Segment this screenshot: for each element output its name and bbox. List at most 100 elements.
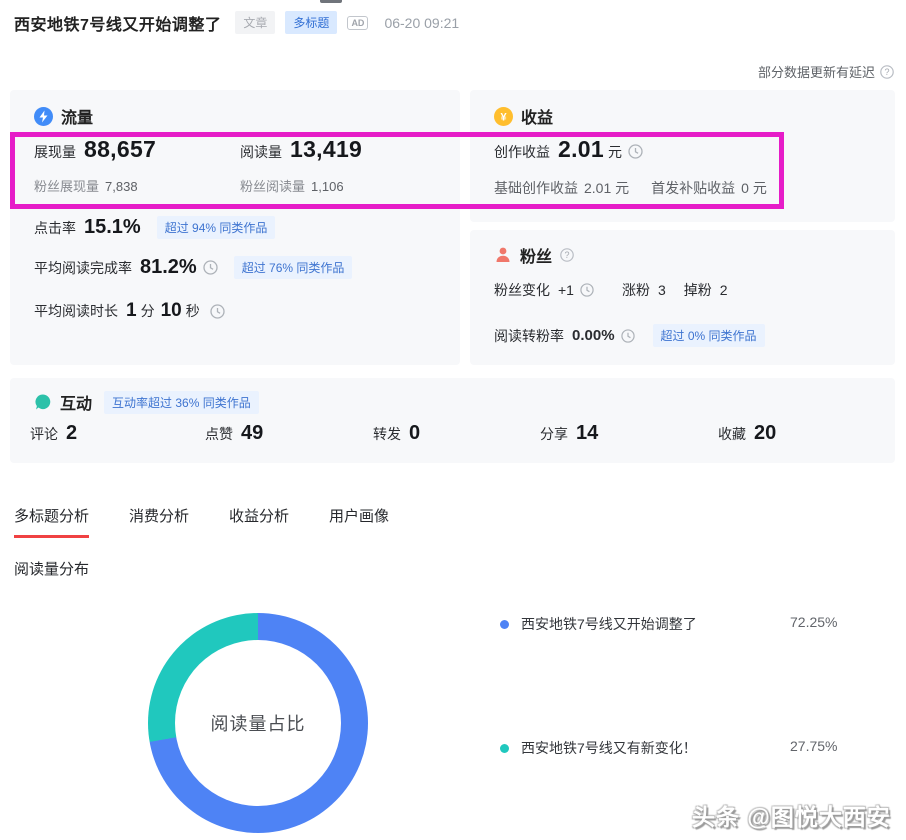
completion-metric: 平均阅读完成率 81.2% 超过 76% 同类作品 bbox=[34, 256, 352, 279]
subsidy-revenue-value: 0 元 bbox=[741, 178, 767, 198]
clock-icon bbox=[628, 144, 643, 159]
fan-reads-metric: 粉丝阅读量 1,106 bbox=[240, 176, 344, 195]
clock-icon bbox=[580, 283, 594, 297]
multititle-badge[interactable]: 多标题 bbox=[285, 11, 337, 34]
conversion-value: 0.00% bbox=[572, 327, 615, 344]
tab-consumption-analysis[interactable]: 消费分析 bbox=[129, 505, 189, 538]
article-title: 西安地铁7号线又开始调整了 bbox=[14, 11, 221, 35]
fan-gain-label: 涨粉 bbox=[622, 280, 650, 300]
donut-hole: 阅读量占比 bbox=[175, 640, 341, 806]
clock-icon bbox=[621, 329, 635, 343]
fan-impressions-value: 7,838 bbox=[105, 179, 138, 194]
traffic-title: 流量 bbox=[61, 104, 93, 128]
shares-stat: 分享 14 bbox=[540, 422, 598, 445]
data-delay-text: 部分数据更新有延迟 bbox=[758, 62, 875, 81]
article-header: 西安地铁7号线又开始调整了 文章 多标题 AD 06-20 09:21 bbox=[14, 0, 459, 45]
ctr-value: 15.1% bbox=[84, 216, 141, 239]
legend-text-title2: 西安地铁7号线又有新变化！ bbox=[521, 738, 697, 758]
impressions-value: 88,657 bbox=[84, 136, 156, 163]
fans-card: 粉丝 ? 粉丝变化 +1 涨粉 3 掉粉 2 阅读转粉率 0.00% bbox=[470, 230, 895, 365]
interaction-card-header: 互动 互动率超过 36% 同类作品 bbox=[34, 390, 259, 414]
tab-audience-profile[interactable]: 用户画像 bbox=[329, 505, 389, 538]
legend-item-title1[interactable]: 西安地铁7号线又开始调整了 bbox=[500, 614, 697, 634]
revenue-title: 收益 bbox=[521, 104, 553, 128]
read-distribution-title: 阅读量分布 bbox=[14, 558, 89, 579]
svg-text:¥: ¥ bbox=[500, 111, 507, 123]
person-icon bbox=[494, 246, 512, 264]
svg-text:?: ? bbox=[565, 250, 570, 260]
interaction-rank-chip: 互动率超过 36% 同类作品 bbox=[104, 391, 259, 414]
fan-change-value: +1 bbox=[558, 282, 574, 298]
donut-ring: 阅读量占比 bbox=[148, 613, 368, 833]
creation-revenue-label: 创作收益 bbox=[494, 142, 550, 162]
fan-loss-value: 2 bbox=[720, 282, 728, 298]
comment-bubble-icon bbox=[34, 393, 52, 411]
traffic-card-header: 流量 bbox=[34, 104, 93, 128]
help-icon[interactable]: ? bbox=[880, 65, 894, 79]
comments-stat: 评论 2 bbox=[30, 422, 77, 445]
traffic-icon bbox=[34, 107, 53, 126]
base-revenue-label: 基础创作收益 bbox=[494, 178, 578, 198]
tab-revenue-analysis[interactable]: 收益分析 bbox=[229, 505, 289, 538]
data-delay-notice: 部分数据更新有延迟 ? bbox=[758, 62, 894, 81]
reposts-stat: 转发 0 bbox=[373, 422, 420, 445]
fan-change-row: 粉丝变化 +1 涨粉 3 掉粉 2 bbox=[494, 280, 728, 300]
conversion-label: 阅读转粉率 bbox=[494, 326, 564, 346]
fans-card-header: 粉丝 ? bbox=[494, 243, 574, 267]
clock-icon bbox=[210, 304, 225, 319]
reads-metric: 阅读量 13,419 bbox=[240, 136, 362, 163]
fan-reads-value: 1,106 bbox=[311, 179, 344, 194]
tab-multititle-analysis[interactable]: 多标题分析 bbox=[14, 505, 89, 538]
publish-timestamp: 06-20 09:21 bbox=[384, 15, 459, 31]
duration-seconds-unit: 秒 bbox=[186, 301, 200, 321]
legend-percent-title2: 27.75% bbox=[790, 738, 837, 754]
completion-value: 81.2% bbox=[140, 256, 197, 279]
revenue-breakdown: 基础创作收益 2.01 元 首发补贴收益 0 元 bbox=[494, 178, 767, 198]
analytics-page: 西安地铁7号线又开始调整了 文章 多标题 AD 06-20 09:21 部分数据… bbox=[0, 0, 906, 840]
fan-gain-value: 3 bbox=[658, 282, 666, 298]
fan-loss-label: 掉粉 bbox=[684, 280, 712, 300]
fans-title: 粉丝 bbox=[520, 243, 552, 267]
favorites-stat: 收藏 20 bbox=[718, 422, 776, 445]
completion-rank-chip: 超过 76% 同类作品 bbox=[234, 256, 353, 279]
help-icon[interactable]: ? bbox=[560, 248, 574, 262]
revenue-card-header: ¥ 收益 bbox=[494, 104, 553, 128]
favorites-value: 20 bbox=[754, 422, 776, 445]
creation-revenue-unit: 元 bbox=[608, 142, 622, 162]
ctr-metric: 点击率 15.1% 超过 94% 同类作品 bbox=[34, 216, 275, 239]
likes-value: 49 bbox=[241, 422, 263, 445]
conversion-row: 阅读转粉率 0.00% 超过 0% 同类作品 bbox=[494, 324, 765, 347]
completion-label: 平均阅读完成率 bbox=[34, 258, 132, 278]
conversion-rank-chip: 超过 0% 同类作品 bbox=[653, 324, 765, 347]
donut-center-label: 阅读量占比 bbox=[211, 710, 306, 736]
legend-dot-teal bbox=[500, 744, 509, 753]
duration-seconds: 10 bbox=[161, 300, 182, 322]
shares-value: 14 bbox=[576, 422, 598, 445]
duration-label: 平均阅读时长 bbox=[34, 301, 118, 321]
clock-icon bbox=[203, 260, 218, 275]
base-revenue-value: 2.01 元 bbox=[584, 178, 629, 198]
analysis-tabs: 多标题分析 消费分析 收益分析 用户画像 bbox=[14, 505, 389, 538]
revenue-card: ¥ 收益 创作收益 2.01 元 基础创作收益 2.01 元 首发补贴收益 0 … bbox=[470, 90, 895, 222]
toutiao-watermark: 头条 @图悦大西安 bbox=[692, 798, 891, 832]
likes-label: 点赞 bbox=[205, 424, 233, 444]
traffic-card: 流量 展现量 88,657 阅读量 13,419 粉丝展现量 7,838 粉丝阅… bbox=[10, 90, 460, 365]
fan-impressions-metric: 粉丝展现量 7,838 bbox=[34, 176, 138, 195]
duration-minutes: 1 bbox=[126, 300, 137, 322]
comments-value: 2 bbox=[66, 422, 77, 445]
legend-text-title1: 西安地铁7号线又开始调整了 bbox=[521, 614, 697, 634]
creation-revenue-metric: 创作收益 2.01 元 bbox=[494, 136, 643, 163]
legend-item-title2[interactable]: 西安地铁7号线又有新变化！ bbox=[500, 738, 697, 758]
ctr-rank-chip: 超过 94% 同类作品 bbox=[157, 216, 276, 239]
reads-label: 阅读量 bbox=[240, 142, 282, 162]
interaction-title: 互动 bbox=[60, 390, 92, 414]
article-type-badge: 文章 bbox=[235, 11, 275, 34]
impressions-label: 展现量 bbox=[34, 142, 76, 162]
subsidy-revenue-label: 首发补贴收益 bbox=[651, 178, 735, 198]
reposts-value: 0 bbox=[409, 422, 420, 445]
ad-badge: AD bbox=[347, 16, 368, 30]
favorites-label: 收藏 bbox=[718, 424, 746, 444]
likes-stat: 点赞 49 bbox=[205, 422, 263, 445]
coin-icon: ¥ bbox=[494, 107, 513, 126]
reads-value: 13,419 bbox=[290, 136, 362, 163]
